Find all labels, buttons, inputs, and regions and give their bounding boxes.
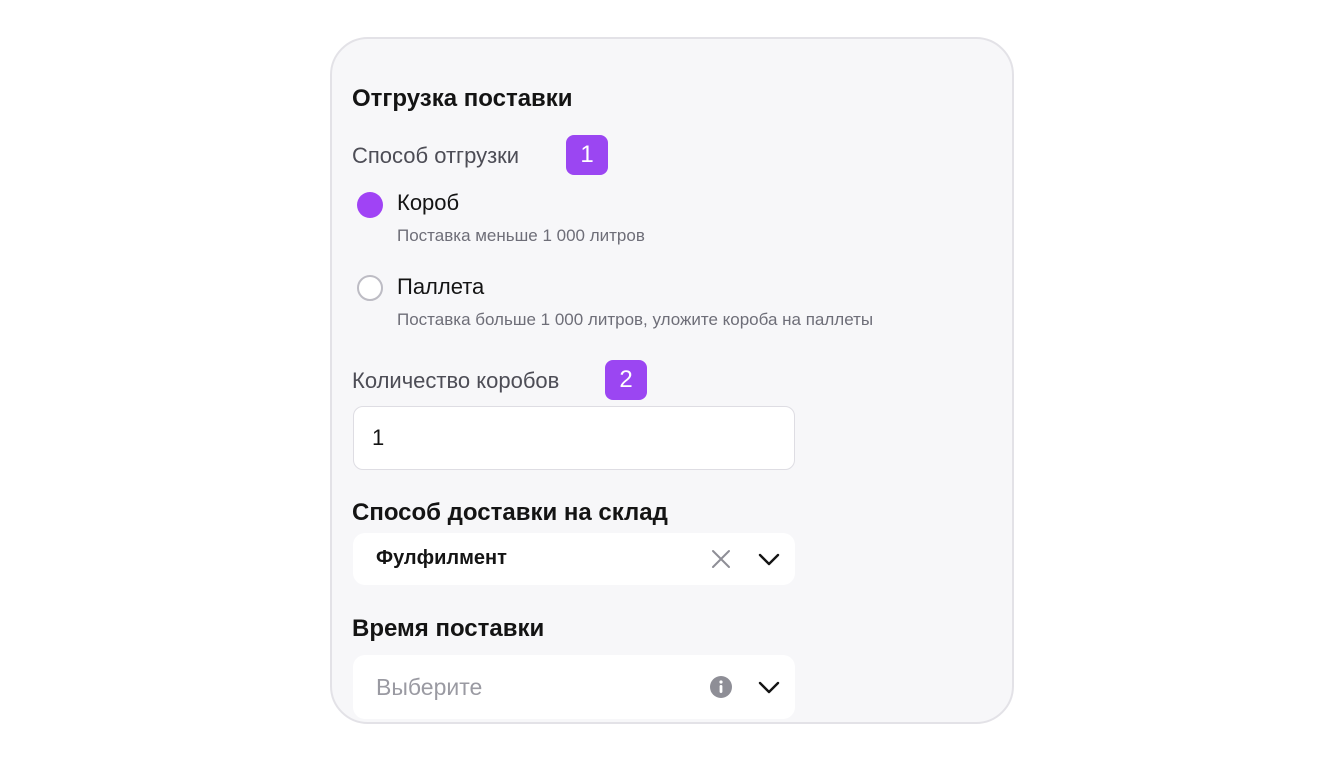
delivery-method-select[interactable]: Фулфилмент bbox=[353, 533, 795, 585]
shipment-form-panel: Отгрузка поставки Способ отгрузки 1 Коро… bbox=[330, 37, 1014, 724]
step-badge-2: 2 bbox=[605, 360, 647, 400]
radio-option-box-label: Короб bbox=[397, 190, 460, 215]
radio-option-pallet-label: Паллета bbox=[397, 274, 485, 299]
chevron-down-icon[interactable] bbox=[757, 549, 781, 569]
radio-option-box[interactable]: Короб Поставка меньше 1 000 литров bbox=[356, 189, 956, 249]
shipment-method-label: Способ отгрузки bbox=[352, 143, 520, 168]
radio-option-box-hint: Поставка меньше 1 000 литров bbox=[397, 226, 645, 245]
radio-option-pallet[interactable]: Паллета Поставка больше 1 000 литров, ул… bbox=[356, 273, 996, 333]
radio-unchecked-icon[interactable] bbox=[357, 275, 383, 301]
step-badge-1: 1 bbox=[566, 135, 608, 175]
delivery-method-value: Фулфилмент bbox=[376, 547, 507, 569]
box-count-input[interactable]: 1 bbox=[353, 406, 795, 470]
radio-option-pallet-hint: Поставка больше 1 000 литров, уложите ко… bbox=[397, 310, 874, 329]
info-icon[interactable] bbox=[709, 675, 733, 699]
clear-icon[interactable] bbox=[710, 548, 732, 570]
box-count-label: Количество коробов bbox=[352, 368, 560, 393]
radio-checked-icon[interactable] bbox=[357, 192, 383, 218]
chevron-down-icon[interactable] bbox=[757, 677, 781, 697]
delivery-time-placeholder: Выберите bbox=[376, 674, 483, 700]
delivery-time-select[interactable]: Выберите bbox=[353, 655, 795, 719]
delivery-method-label: Способ доставки на склад bbox=[352, 499, 668, 526]
delivery-time-label: Время поставки bbox=[352, 615, 545, 642]
form-title: Отгрузка поставки bbox=[352, 85, 573, 112]
